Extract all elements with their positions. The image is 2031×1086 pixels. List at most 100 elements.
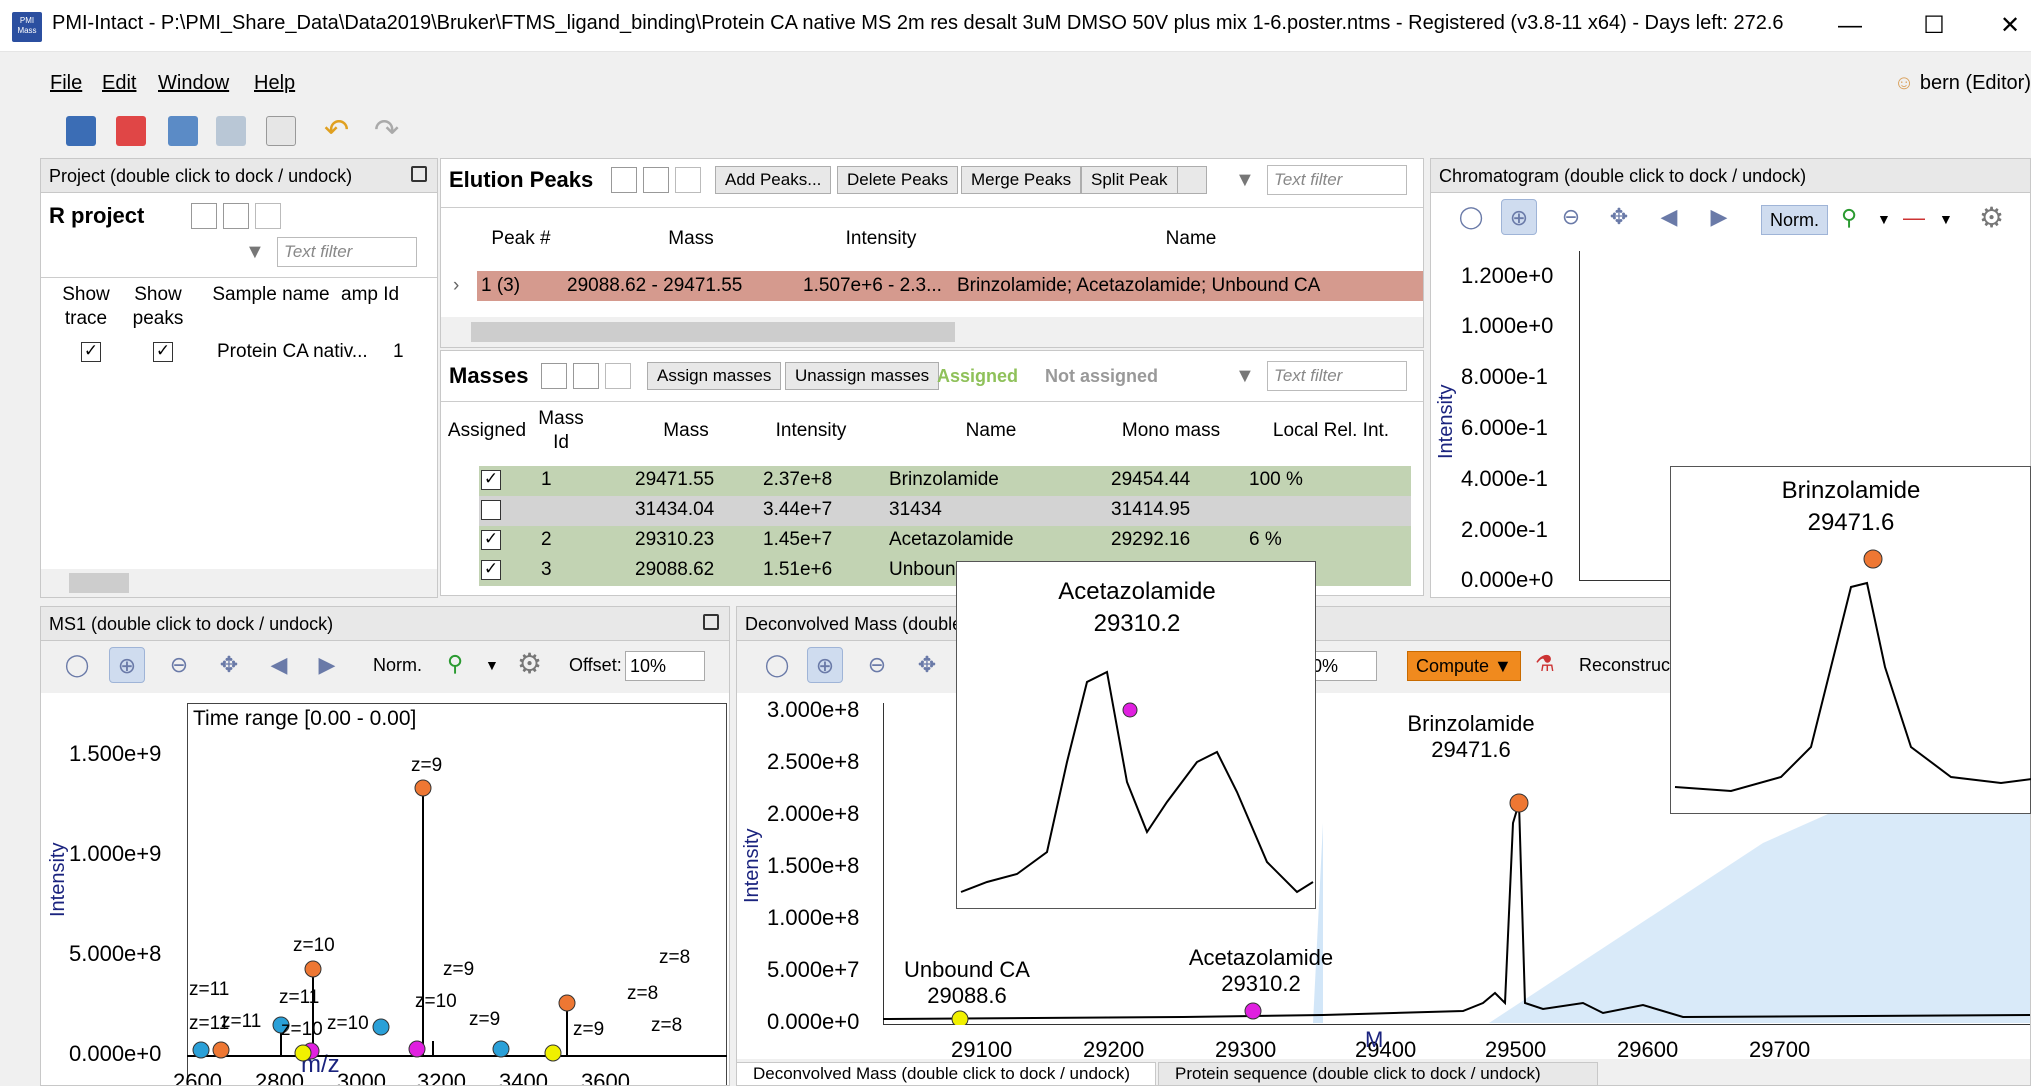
zoom-back-icon[interactable]: ◀ <box>1651 199 1687 235</box>
gear-icon[interactable]: ⚙ <box>517 647 542 680</box>
inset-acetazolamide[interactable]: Acetazolamide 29310.2 <box>956 561 1316 909</box>
collapse-all-icon[interactable] <box>223 203 249 229</box>
tab-protein-sequence[interactable]: Protein sequence (double click to dock /… <box>1158 1062 1598 1086</box>
assigned-checkbox[interactable]: ✓ <box>481 560 501 580</box>
unassign-masses-button[interactable]: Unassign masses <box>785 362 940 390</box>
col-intensity[interactable]: Intensity <box>741 419 881 443</box>
horizontal-scrollbar[interactable] <box>441 317 1423 347</box>
zoom-in-icon[interactable]: ⊕ <box>109 647 145 683</box>
expand-all-icon[interactable] <box>541 363 567 389</box>
delete-icon[interactable] <box>216 116 246 146</box>
zoom-out-icon[interactable]: ⊖ <box>1553 199 1589 235</box>
offset-input[interactable]: 10% <box>625 651 705 681</box>
undo-icon[interactable]: ↶ <box>324 116 354 146</box>
col-mass[interactable]: Mass <box>631 419 741 443</box>
tab-deconvolved-mass[interactable]: Deconvolved Mass (double click to dock /… <box>736 1062 1156 1086</box>
gear-icon[interactable]: ⚙ <box>1979 201 2004 234</box>
col-mass-id[interactable]: Mass Id <box>531 407 591 455</box>
collapse-all-icon[interactable] <box>643 167 669 193</box>
add-row-icon[interactable] <box>675 167 701 193</box>
line-style-icon[interactable]: — <box>1903 205 1925 231</box>
assigned-checkbox[interactable]: ✓ <box>481 470 501 490</box>
add-row-icon[interactable] <box>255 203 281 229</box>
reconstruct-icon[interactable]: ⚗ <box>1535 651 1555 677</box>
peak-search-icon[interactable]: ⚲ <box>447 651 463 677</box>
peak-search-icon[interactable]: ⚲ <box>1841 205 1857 231</box>
menu-help[interactable]: Help <box>254 72 295 95</box>
chevron-down-icon[interactable]: ▼ <box>485 657 499 673</box>
split-peak-button[interactable]: Split Peak <box>1081 166 1178 194</box>
show-peaks-checkbox[interactable]: ✓ <box>153 342 173 362</box>
inset-brinzolamide[interactable]: Brinzolamide 29471.6 <box>1670 466 2031 814</box>
masses-filter-input[interactable]: Text filter <box>1267 361 1407 391</box>
merge-peaks-button[interactable]: Merge Peaks <box>961 166 1082 194</box>
project-panel-header[interactable]: Project (double click to dock / undock) <box>41 159 437 193</box>
col-sample-name[interactable]: Sample name <box>211 283 331 307</box>
menu-file[interactable]: File <box>50 72 82 95</box>
delete-peaks-button[interactable]: Delete Peaks <box>837 166 959 194</box>
user-label[interactable]: ☺ bern (Editor) <box>1894 72 2031 95</box>
chevron-down-icon[interactable]: ▼ <box>1877 211 1891 227</box>
maximize-button[interactable]: ☐ <box>1904 8 1964 44</box>
table-row[interactable] <box>479 496 1411 526</box>
zoom-back-icon[interactable]: ◀ <box>261 647 297 683</box>
col-assigned[interactable]: Assigned <box>443 419 531 443</box>
zoom-in-icon[interactable]: ⊕ <box>1501 199 1537 235</box>
chromatogram-panel-header[interactable]: Chromatogram (double click to dock / und… <box>1431 159 2030 193</box>
pan-icon[interactable]: ✥ <box>909 647 945 683</box>
col-mass[interactable]: Mass <box>581 227 801 251</box>
close-button[interactable]: ✕ <box>1980 8 2031 44</box>
col-mono-mass[interactable]: Mono mass <box>1101 419 1241 443</box>
zoom-reset-icon[interactable]: ◯ <box>1453 199 1489 235</box>
add-peaks-button[interactable]: Add Peaks... <box>715 166 832 194</box>
new-sample-icon[interactable] <box>116 116 146 146</box>
collapse-all-icon[interactable] <box>573 363 599 389</box>
ms1-panel-header[interactable]: MS1 (double click to dock / undock) <box>41 607 729 641</box>
zoom-out-icon[interactable]: ⊖ <box>161 647 197 683</box>
add-row-icon[interactable] <box>605 363 631 389</box>
new-project-icon[interactable] <box>66 116 96 146</box>
chevron-down-icon[interactable]: ▼ <box>1939 211 1953 227</box>
show-trace-checkbox[interactable]: ✓ <box>81 342 101 362</box>
assign-masses-button[interactable]: Assign masses <box>647 362 782 390</box>
expand-all-icon[interactable] <box>611 167 637 193</box>
expand-row-icon[interactable]: › <box>453 275 459 297</box>
col-intensity[interactable]: Intensity <box>801 227 961 251</box>
inset-spectrum <box>1674 549 2031 793</box>
project-filter-input[interactable]: Text filter <box>277 237 417 267</box>
document-icon[interactable] <box>266 116 296 146</box>
reconstruct-button[interactable]: Reconstruc <box>1579 655 1670 676</box>
norm-button[interactable]: Norm. <box>1761 205 1828 235</box>
pan-icon[interactable]: ✥ <box>211 647 247 683</box>
zoom-in-icon[interactable]: ⊕ <box>807 647 843 683</box>
col-show-peaks[interactable]: Show peaks <box>123 283 193 331</box>
minimize-button[interactable]: — <box>1820 8 1880 44</box>
col-peak[interactable]: Peak # <box>471 227 571 251</box>
open-icon[interactable] <box>168 116 198 146</box>
assigned-checkbox[interactable]: ✓ <box>481 530 501 550</box>
undock-icon[interactable] <box>703 614 719 630</box>
expand-all-icon[interactable] <box>191 203 217 229</box>
norm-button[interactable]: Norm. <box>373 655 422 676</box>
zoom-reset-icon[interactable]: ◯ <box>59 647 95 683</box>
redo-icon[interactable]: ↷ <box>374 116 404 146</box>
menu-window[interactable]: Window <box>158 72 229 95</box>
pan-icon[interactable]: ✥ <box>1601 199 1637 235</box>
undock-icon[interactable] <box>411 166 427 182</box>
col-id[interactable]: amp Id <box>341 283 401 307</box>
horizontal-scrollbar[interactable] <box>41 569 437 597</box>
col-show-trace[interactable]: Show trace <box>51 283 121 331</box>
compute-button[interactable]: Compute ▼ <box>1407 651 1521 681</box>
search-icon[interactable] <box>1177 166 1207 194</box>
col-name[interactable]: Name <box>881 419 1101 443</box>
zoom-reset-icon[interactable]: ◯ <box>759 647 795 683</box>
sample-name-cell[interactable]: Protein CA nativ... <box>217 341 368 363</box>
col-local-rel-int[interactable]: Local Rel. Int. <box>1241 419 1421 443</box>
zoom-forward-icon[interactable]: ▶ <box>1701 199 1737 235</box>
zoom-out-icon[interactable]: ⊖ <box>859 647 895 683</box>
assigned-checkbox[interactable] <box>481 500 501 520</box>
col-name[interactable]: Name <box>961 227 1421 251</box>
zoom-forward-icon[interactable]: ▶ <box>309 647 345 683</box>
menu-edit[interactable]: Edit <box>102 72 136 95</box>
elution-filter-input[interactable]: Text filter <box>1267 165 1407 195</box>
